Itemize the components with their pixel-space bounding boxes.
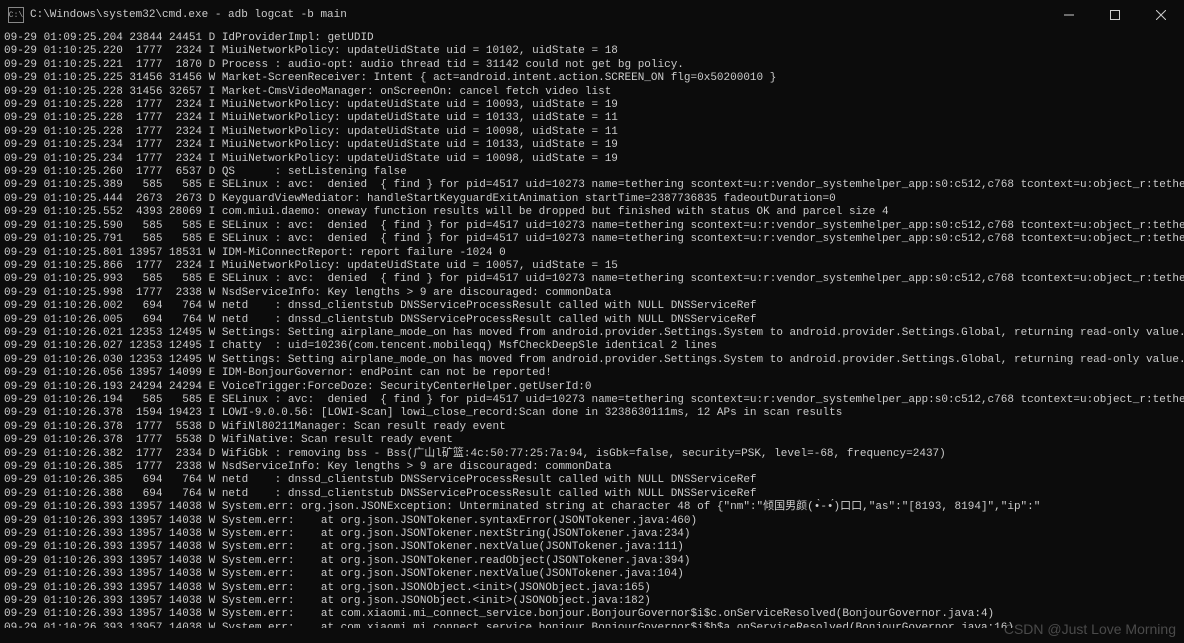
maximize-button[interactable] bbox=[1092, 0, 1138, 30]
window-title: C:\Windows\system32\cmd.exe - adb logcat… bbox=[30, 9, 347, 21]
watermark: CSDN @Just Love Morning bbox=[1004, 621, 1176, 637]
window-titlebar: C:\ C:\Windows\system32\cmd.exe - adb lo… bbox=[0, 0, 1184, 30]
minimize-icon bbox=[1064, 10, 1074, 20]
close-button[interactable] bbox=[1138, 0, 1184, 30]
terminal-output[interactable]: 09-29 01:09:25.204 23844 24451 D IdProvi… bbox=[0, 30, 1184, 628]
window-controls bbox=[1046, 0, 1184, 30]
title-left: C:\ C:\Windows\system32\cmd.exe - adb lo… bbox=[8, 7, 347, 23]
cmd-icon: C:\ bbox=[8, 7, 24, 23]
maximize-icon bbox=[1110, 10, 1120, 20]
close-icon bbox=[1156, 10, 1166, 20]
minimize-button[interactable] bbox=[1046, 0, 1092, 30]
